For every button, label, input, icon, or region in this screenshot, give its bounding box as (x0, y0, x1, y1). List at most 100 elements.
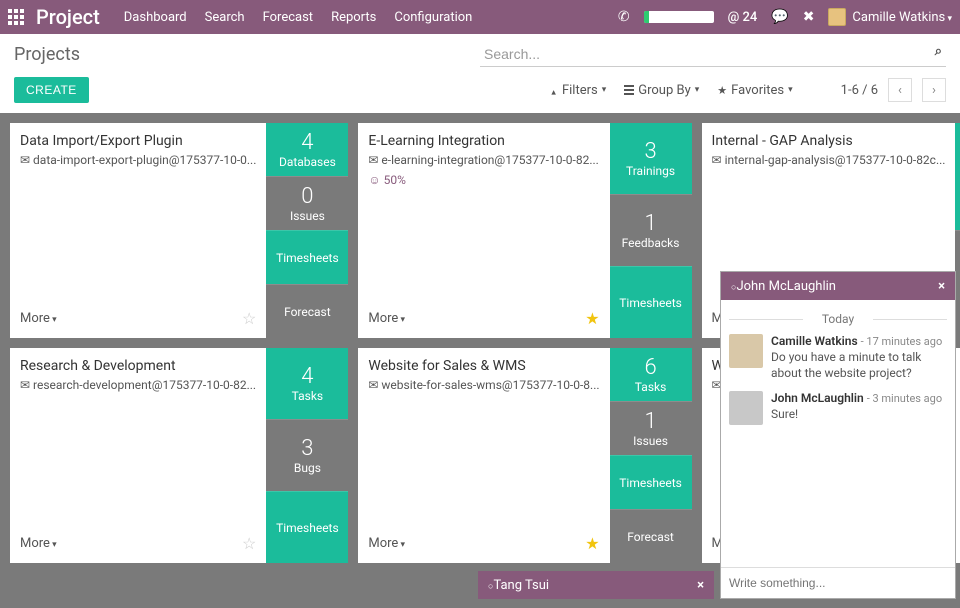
chat-message: Camille Watkins - 17 minutes agoDo you h… (729, 334, 947, 381)
tile-label: Trainings (626, 164, 675, 178)
tile-count: 4 (301, 364, 313, 389)
tile-label: Forecast (284, 305, 331, 319)
tile-forecast[interactable]: Forecast (266, 284, 348, 338)
card-email: internal-gap-analysis@175377-10-0-82c... (712, 153, 946, 167)
satisfaction-badge: ☺ 50% (368, 173, 599, 187)
avatar (729, 334, 763, 368)
tile-label: Forecast (627, 530, 674, 544)
nav-forecast[interactable]: Forecast (263, 10, 313, 25)
phone-icon[interactable]: ✆ (618, 9, 630, 25)
nav-reports[interactable]: Reports (331, 10, 376, 25)
tile-tasks[interactable]: 6Tasks (610, 348, 692, 401)
tile-count: 6 (644, 355, 656, 380)
tile-count: 0 (301, 184, 313, 209)
tile-timesheets[interactable]: Timesheets (266, 491, 348, 563)
chat-input[interactable] (721, 567, 955, 598)
brand[interactable]: Project (36, 5, 100, 29)
project-card[interactable]: Research & Development research-developme… (10, 348, 348, 563)
chat-window: John McLaughlin × Today Camille Watkins … (720, 271, 956, 599)
pager: 1-6 / 6 ‹ › (841, 78, 946, 102)
close-icon[interactable]: × (938, 279, 945, 294)
tools-icon[interactable]: ✖ (803, 9, 815, 25)
favorite-star[interactable]: ★ (585, 309, 599, 328)
nav-search[interactable]: Search (205, 10, 245, 25)
card-title: Internal - GAP Analysis (712, 133, 946, 149)
mentions-badge[interactable]: @ 24 (728, 10, 758, 25)
avatar-icon (828, 8, 846, 26)
tile-label: Bugs (294, 461, 321, 475)
favorite-star[interactable]: ☆ (242, 534, 256, 553)
tile-label: Issues (290, 209, 325, 223)
card-email: data-import-export-plugin@175377-10-0... (20, 153, 256, 167)
tile-tasks[interactable]: 4Tasks (266, 348, 348, 419)
tile-feedbacks[interactable]: 1Feedbacks (610, 194, 692, 266)
tile-timesheets[interactable]: Timesheets (610, 455, 692, 509)
close-icon[interactable]: × (697, 578, 704, 593)
toolbar: CREATE Filters Group By Favorites 1-6 / … (0, 67, 960, 113)
tile-label: Timesheets (619, 296, 682, 310)
topbar: Project Dashboard Search Forecast Reports Co… (0, 0, 960, 34)
tile-tasks[interactable]: 1Tasks (955, 123, 960, 230)
chat-message: John McLaughlin - 3 minutes agoSure! (729, 391, 947, 425)
chat-day-divider: Today (729, 312, 947, 326)
tile-label: Feedbacks (622, 236, 680, 250)
favorite-star[interactable]: ★ (585, 534, 599, 553)
chat-tab-collapsed[interactable]: Tang Tsui × (478, 571, 714, 599)
tile-databases[interactable]: 4Databases (266, 123, 348, 176)
pager-prev[interactable]: ‹ (888, 78, 912, 102)
chat-title: John McLaughlin (736, 279, 836, 294)
more-menu[interactable]: More (368, 311, 405, 326)
favorite-star[interactable]: ☆ (242, 309, 256, 328)
tile-issues[interactable]: 0Issues (955, 230, 960, 338)
tile-issues[interactable]: 0Issues (266, 176, 348, 230)
apps-icon[interactable] (8, 9, 24, 25)
nav-dashboard[interactable]: Dashboard (124, 10, 187, 25)
create-button[interactable]: CREATE (14, 77, 89, 103)
project-card[interactable]: Data Import/Export Plugin data-import-exp… (10, 123, 348, 338)
card-title: E-Learning Integration (368, 133, 599, 149)
more-menu[interactable]: More (20, 311, 57, 326)
tile-count: 1 (644, 211, 656, 236)
tile-issues[interactable]: 1Issues (610, 401, 692, 455)
search-icon[interactable]: ⌕ (935, 44, 942, 59)
filters-menu[interactable]: Filters (551, 83, 606, 98)
subbar: Projects ⌕ (0, 34, 960, 67)
card-title: Research & Development (20, 358, 256, 374)
chat-icon[interactable]: 💬 (771, 9, 788, 25)
tile-count: 3 (644, 139, 656, 164)
tile-label: Timesheets (619, 476, 682, 490)
favorites-menu[interactable]: Favorites (717, 83, 792, 98)
card-email: research-development@175377-10-0-82... (20, 378, 256, 392)
tile-timesheets[interactable]: Timesheets (610, 266, 692, 338)
card-title: Data Import/Export Plugin (20, 133, 256, 149)
chat-tab-name: Tang Tsui (493, 578, 549, 593)
search-input[interactable] (480, 42, 946, 67)
nav-configuration[interactable]: Configuration (394, 10, 472, 25)
page-title: Projects (14, 44, 80, 65)
project-card[interactable]: Website for Sales & WMS website-for-sales… (358, 348, 691, 563)
more-menu[interactable]: More (368, 536, 405, 551)
tile-bugs[interactable]: 3Bugs (266, 419, 348, 491)
card-email: website-for-sales-wms@175377-10-0-8... (368, 378, 599, 392)
progress-bar[interactable] (644, 11, 714, 23)
tile-label: Issues (633, 434, 668, 448)
tile-timesheets[interactable]: Timesheets (266, 230, 348, 284)
tile-count: 4 (301, 130, 313, 155)
user-name: Camille Watkins (852, 10, 952, 25)
tile-label: Tasks (635, 380, 667, 394)
pager-next[interactable]: › (922, 78, 946, 102)
message-header: John McLaughlin - 3 minutes ago (771, 391, 947, 405)
message-text: Do you have a minute to talk about the w… (771, 350, 947, 381)
tile-count: 3 (301, 436, 313, 461)
more-menu[interactable]: More (20, 536, 57, 551)
tile-count: 1 (644, 409, 656, 434)
tile-label: Timesheets (276, 521, 339, 535)
user-menu[interactable]: Camille Watkins (828, 8, 952, 26)
chat-header[interactable]: John McLaughlin × (721, 272, 955, 300)
tile-trainings[interactable]: 3Trainings (610, 123, 692, 194)
card-title: Website for Sales & WMS (368, 358, 599, 374)
tile-forecast[interactable]: Forecast (610, 509, 692, 563)
project-card[interactable]: E-Learning Integration e-learning-integra… (358, 123, 691, 338)
groupby-menu[interactable]: Group By (624, 83, 699, 98)
card-email: e-learning-integration@175377-10-0-82... (368, 153, 599, 167)
